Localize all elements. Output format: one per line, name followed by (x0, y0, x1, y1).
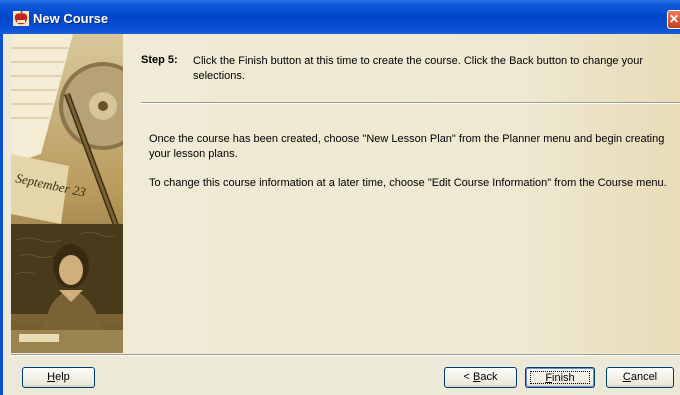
title-bar[interactable]: New Course ✕ (0, 0, 680, 34)
separator (141, 102, 680, 104)
cancel-button[interactable]: Cancel (606, 367, 674, 388)
content-panel: Step 5: Click the Finish button at this … (123, 34, 680, 353)
window-frame (0, 34, 3, 395)
step-label: Step 5: (141, 54, 178, 66)
finish-button[interactable]: Finish (525, 367, 595, 388)
teacher-photo: September 23 (11, 34, 123, 353)
new-course-dialog: New Course ✕ September 23 Step 5: Click … (0, 0, 680, 395)
apple-icon (13, 11, 29, 26)
close-button[interactable]: ✕ (667, 10, 680, 29)
cancel-label: ancel (630, 371, 658, 383)
help-button[interactable]: Help (22, 367, 95, 388)
step-instructions: Click the Finish button at this time to … (193, 55, 644, 82)
button-bar-separator (11, 354, 680, 356)
info-paragraph-1: Once the course has been created, choose… (149, 133, 665, 160)
window-title: New Course (33, 11, 109, 26)
back-button[interactable]: < Back (444, 367, 517, 388)
back-label: ack (480, 371, 498, 383)
info-paragraph-2: To change this course information at a l… (149, 177, 667, 189)
help-mnemonic: H (47, 371, 56, 383)
close-icon: ✕ (669, 12, 680, 26)
finish-label: inish (552, 372, 575, 384)
help-label: elp (55, 371, 70, 383)
cancel-mnemonic: C (622, 371, 631, 383)
focus-rectangle: Finish (530, 371, 590, 384)
back-prefix: < (463, 371, 473, 383)
